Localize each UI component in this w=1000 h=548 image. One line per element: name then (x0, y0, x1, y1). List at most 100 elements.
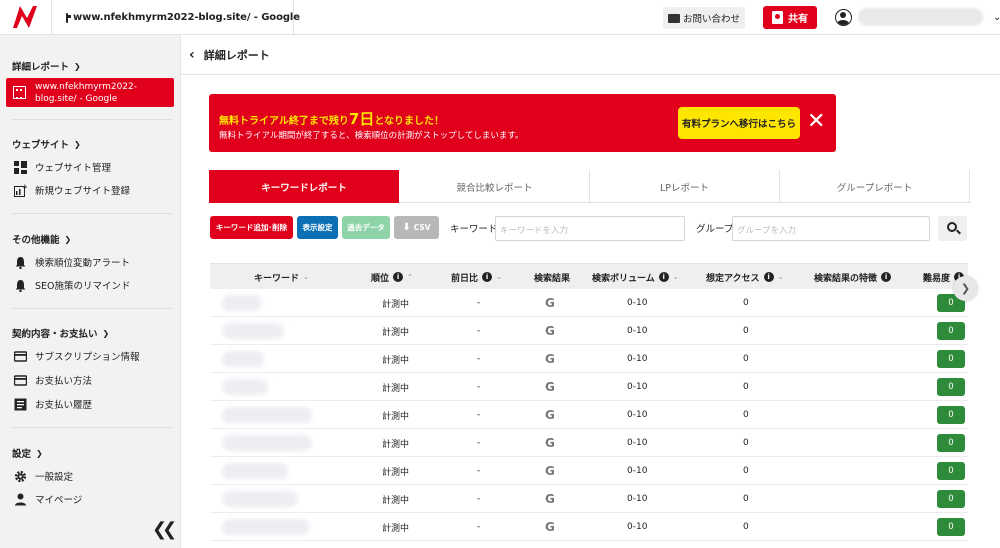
download-icon: ⬇ (402, 222, 411, 233)
column-header-keyword[interactable]: キーワード ⌄ (254, 264, 309, 290)
nav-label: 検索順位変動アラート (35, 258, 131, 269)
column-header-access[interactable]: 想定アクセス i ⌄ (706, 264, 783, 290)
sidebar-section-report[interactable]: 詳細レポート ❯ (12, 59, 81, 74)
difficulty-badge[interactable]: 0 (937, 462, 965, 480)
table-row[interactable]: 計測中 - G 0-10 0 0 (210, 429, 968, 457)
keyword-search-input[interactable]: キーワードを入力 (495, 216, 685, 241)
sidebar-item-active-site[interactable]: www.nfekhmyrm2022-blog.site/ - Google (6, 78, 174, 107)
google-icon[interactable]: G (545, 513, 555, 541)
table-row[interactable]: 計測中 - G 0-10 0 0 (210, 373, 968, 401)
trial-banner: 無料トライアル終了まで残り7日となりました！ 無料トライアル期間が終了すると、検… (209, 94, 836, 152)
rank-cell: 計測中 (382, 495, 410, 506)
past-data-button[interactable]: 過去データ (342, 216, 390, 239)
google-icon[interactable]: G (545, 401, 555, 429)
tab-group-report[interactable]: グループレポート (780, 170, 970, 203)
difficulty-badge[interactable]: 0 (937, 406, 965, 424)
google-icon[interactable]: G (545, 345, 555, 373)
table-row[interactable]: 計測中 - G 0-10 0 0 (210, 289, 968, 317)
sidebar-item-website-new[interactable]: + 新規ウェブサイト登録 (14, 183, 130, 197)
sidebar-section-website[interactable]: ウェブサイト ❯ (12, 137, 81, 152)
header-label: 検索ボリューム (592, 273, 655, 284)
app-logo[interactable] (0, 0, 52, 35)
diff-cell: - (477, 438, 481, 448)
difficulty-badge[interactable]: 0 (937, 378, 965, 396)
sidebar-item-payment-method[interactable]: お支払い方法 (13, 373, 93, 387)
keyword-redacted[interactable] (222, 407, 312, 423)
keyword-redacted[interactable] (222, 351, 264, 367)
keyword-redacted[interactable] (222, 519, 310, 535)
keyword-redacted[interactable] (222, 463, 288, 479)
column-header-diff[interactable]: 前日比 i ⌄ (451, 264, 502, 290)
nav-label: お支払い方法 (35, 376, 93, 387)
table-row[interactable]: 計測中 - G 0-10 0 0 (210, 317, 968, 345)
header-label: 検索結果 (534, 273, 571, 284)
back-arrow-icon[interactable]: ‹ (189, 47, 195, 63)
share-button[interactable]: 共有 (763, 6, 817, 29)
user-menu[interactable]: ⌄ (835, 8, 1000, 26)
table-row[interactable]: 計測中 - G 0-10 0 0 (210, 345, 968, 373)
svg-text:+: + (22, 184, 27, 191)
sidebar-item-website-manage[interactable]: ウェブサイト管理 (14, 160, 111, 174)
table-row[interactable]: 計測中 - G 0-10 0 0 (210, 513, 968, 541)
close-icon[interactable]: ✕ (807, 108, 825, 136)
sidebar-item-subscription[interactable]: サブスクリプション情報 (13, 349, 140, 363)
add-remove-keyword-button[interactable]: キーワード追加･削除 (210, 216, 293, 239)
tab-lp-report[interactable]: LPレポート (590, 170, 780, 203)
section-label: ウェブサイト (12, 140, 70, 151)
access-cell: 0 (743, 298, 749, 308)
keyword-redacted[interactable] (222, 491, 298, 507)
csv-download-button[interactable]: ⬇ CSV (394, 216, 439, 239)
google-icon[interactable]: G (545, 429, 555, 457)
google-icon[interactable]: G (545, 373, 555, 401)
google-icon[interactable]: G (545, 289, 555, 317)
sidebar-item-payment-history[interactable]: お支払い履歴 (14, 397, 92, 411)
sidebar-item-mypage[interactable]: マイページ (14, 492, 82, 506)
diff-cell: - (477, 494, 481, 504)
google-icon[interactable]: G (545, 485, 555, 513)
upgrade-plan-button[interactable]: 有料プランへ移行はこちら (678, 107, 800, 139)
sidebar-section-settings[interactable]: 設定 ❯ (12, 446, 43, 461)
table-header: キーワード ⌄ 順位 i ⌃ 前日比 i ⌄ 検索結果 検索ボリューム i ⌄ 想定アクセス i… (210, 263, 968, 289)
sidebar-item-seo-reminder[interactable]: SEO施策のリマインド (14, 278, 131, 292)
sort-down-icon: ⌄ (777, 273, 784, 281)
difficulty-badge[interactable]: 0 (937, 490, 965, 508)
google-icon[interactable]: G (545, 457, 555, 485)
collapse-sidebar-icon[interactable]: ❮❮ (152, 519, 177, 540)
sidebar-section-other[interactable]: その他機能 ❯ (12, 232, 71, 247)
section-label: 設定 (12, 449, 32, 460)
sidebar-section-billing[interactable]: 契約内容・お支払い ❯ (12, 326, 109, 341)
keyword-redacted[interactable] (222, 379, 268, 395)
section-label: 詳細レポート (12, 62, 70, 73)
google-icon[interactable]: G (545, 317, 555, 345)
column-header-volume[interactable]: 検索ボリューム i ⌄ (592, 264, 679, 290)
info-icon: i (482, 272, 493, 282)
table-row[interactable]: 計測中 - G 0-10 0 0 (210, 401, 968, 429)
sidebar-item-rank-alert[interactable]: 検索順位変動アラート (14, 255, 130, 269)
difficulty-badge[interactable]: 0 (937, 322, 965, 340)
volume-cell: 0-10 (627, 410, 648, 420)
table-row[interactable]: 計測中 - G 0-10 0 0 (210, 485, 968, 513)
difficulty-badge[interactable]: 0 (937, 350, 965, 368)
table-row[interactable]: 計測中 - G 0-10 0 0 (210, 457, 968, 485)
sidebar-item-general[interactable]: 一般設定 (14, 469, 73, 483)
keyword-redacted[interactable] (222, 435, 312, 451)
sort-down-icon: ⌄ (303, 273, 309, 281)
display-settings-button[interactable]: 表示設定 (297, 216, 338, 239)
tab-keyword-report[interactable]: キーワードレポート (209, 170, 399, 203)
keyword-redacted[interactable] (222, 295, 262, 311)
scroll-right-icon[interactable]: ❯ (953, 276, 978, 301)
search-button[interactable] (938, 216, 967, 241)
nav-label: マイページ (35, 495, 83, 506)
site-switcher[interactable]: www.nfekhmyrm2022-blog.site/ - Google (52, 0, 300, 35)
nav-label: 新規ウェブサイト登録 (35, 186, 131, 197)
tab-competitor-report[interactable]: 競合比較レポート (400, 170, 590, 203)
access-cell: 0 (743, 438, 749, 448)
contact-button[interactable]: お問い合わせ (663, 7, 745, 29)
difficulty-badge[interactable]: 0 (937, 434, 965, 452)
difficulty-badge[interactable]: 0 (937, 518, 965, 536)
group-search-input[interactable]: グループを入力 (732, 216, 930, 241)
column-header-rank[interactable]: 順位 i ⌃ (371, 264, 413, 290)
keyword-redacted[interactable] (222, 323, 284, 339)
diff-cell: - (477, 410, 481, 420)
logo-icon (13, 6, 37, 28)
